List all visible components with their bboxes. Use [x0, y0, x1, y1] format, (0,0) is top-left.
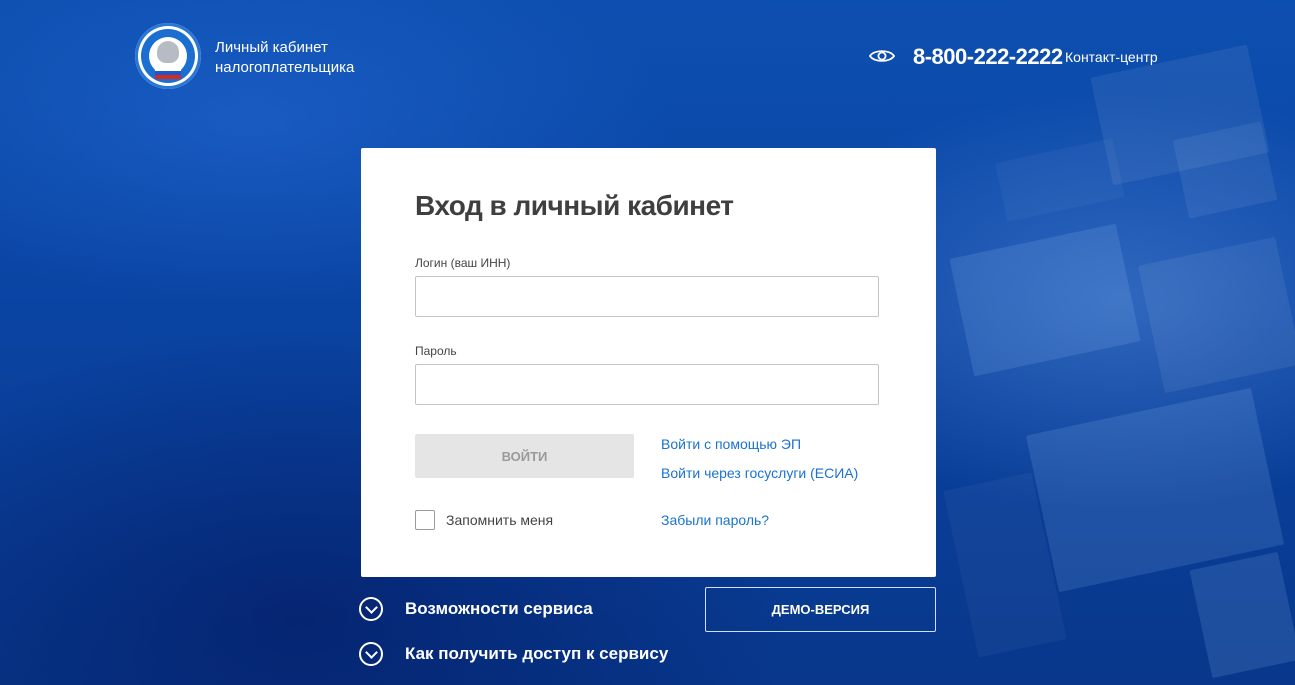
features-label[interactable]: Возможности сервиса: [405, 599, 593, 619]
password-input[interactable]: [415, 364, 879, 405]
esia-login-link[interactable]: Войти через госуслуги (ЕСИА): [661, 465, 858, 481]
remember-me-label[interactable]: Запомнить меня: [446, 512, 553, 528]
access-label[interactable]: Как получить доступ к сервису: [405, 644, 668, 664]
eagle-emblem-icon: [157, 41, 179, 63]
fns-logo-icon[interactable]: [135, 23, 201, 89]
eye-icon[interactable]: [869, 48, 895, 64]
remember-me-checkbox[interactable]: [415, 510, 435, 530]
russian-flag-icon: [155, 67, 181, 79]
hotline-phone[interactable]: 8-800-222-2222: [913, 44, 1063, 70]
bg-tile: [949, 223, 1141, 377]
ep-login-link[interactable]: Войти с помощью ЭП: [661, 436, 801, 452]
brand-line-2: налогоплательщика: [215, 59, 355, 76]
login-label: Логин (ваш ИНН): [415, 256, 511, 270]
password-label: Пароль: [415, 344, 457, 358]
login-input[interactable]: [415, 276, 879, 317]
contact-center-link[interactable]: Контакт-центр: [1065, 49, 1158, 65]
site-header: Личный кабинет налогоплательщика 8-800-2…: [0, 0, 1295, 110]
demo-version-button[interactable]: ДЕМО-ВЕРСИЯ: [705, 587, 936, 632]
bg-tile: [1138, 236, 1295, 394]
chevron-down-icon[interactable]: [359, 642, 383, 666]
forgot-password-link[interactable]: Забыли пароль?: [661, 512, 769, 528]
chevron-down-icon[interactable]: [359, 597, 383, 621]
brand-line-1: Личный кабинет: [215, 39, 328, 56]
page-title: Вход в личный кабинет: [415, 190, 734, 221]
brand-title[interactable]: Личный кабинет налогоплательщика: [215, 38, 354, 78]
bg-tile: [1189, 551, 1295, 679]
login-button[interactable]: ВОЙТИ: [415, 434, 634, 478]
bg-tile: [1172, 121, 1278, 219]
bg-tile: [995, 138, 1125, 222]
login-card: Вход в личный кабинет Логин (ваш ИНН) Па…: [361, 148, 936, 577]
